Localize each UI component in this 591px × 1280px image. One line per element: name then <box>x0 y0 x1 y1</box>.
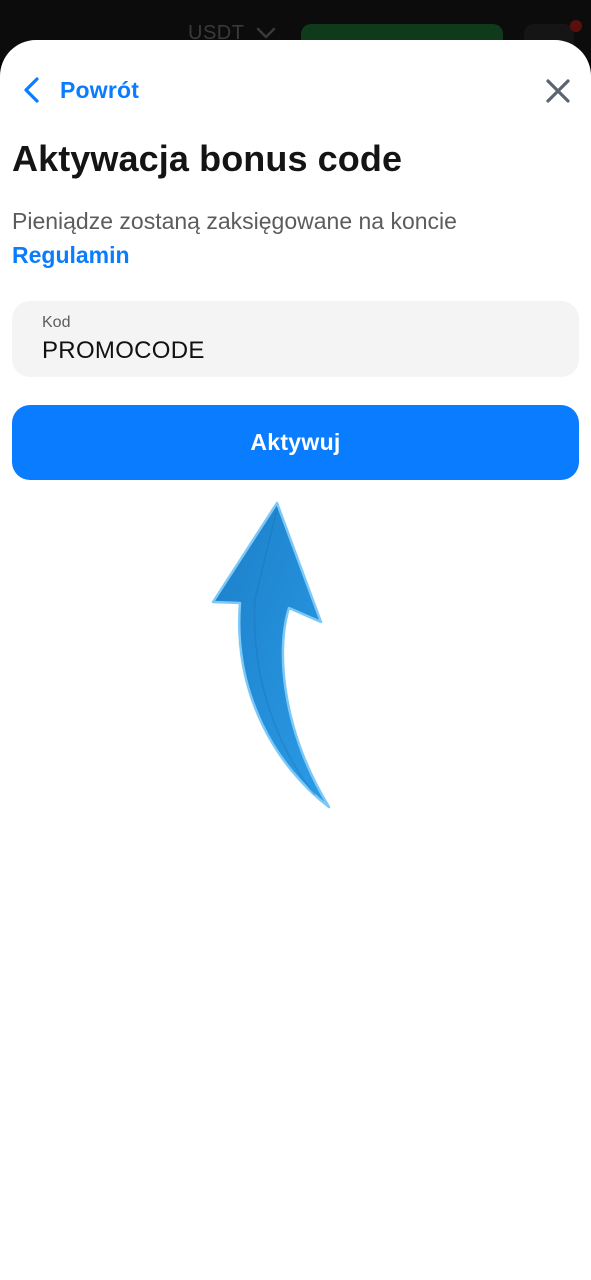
promo-code-label: Kod <box>42 314 71 331</box>
terms-link[interactable]: Regulamin <box>12 242 130 269</box>
close-icon <box>546 79 570 103</box>
notification-dot <box>570 20 582 32</box>
activate-button[interactable]: Aktywuj <box>12 405 579 480</box>
promo-code-input[interactable]: PROMOCODE <box>42 337 205 365</box>
back-button[interactable]: Powrót <box>20 74 139 106</box>
curved-arrow-up-icon <box>211 501 331 809</box>
back-label: Powrót <box>60 76 140 103</box>
close-button[interactable] <box>543 76 573 106</box>
bonus-code-sheet: Powrót Aktywacja bonus code Pieniądze zo… <box>0 40 591 1280</box>
chevron-left-icon <box>24 77 39 103</box>
chevron-down-icon <box>256 27 276 39</box>
page-subtitle: Pieniądze zostaną zaksięgowane na koncie <box>12 208 457 234</box>
page-title: Aktywacja bonus code <box>12 138 403 179</box>
promo-code-field[interactable]: Kod PROMOCODE <box>12 301 579 377</box>
